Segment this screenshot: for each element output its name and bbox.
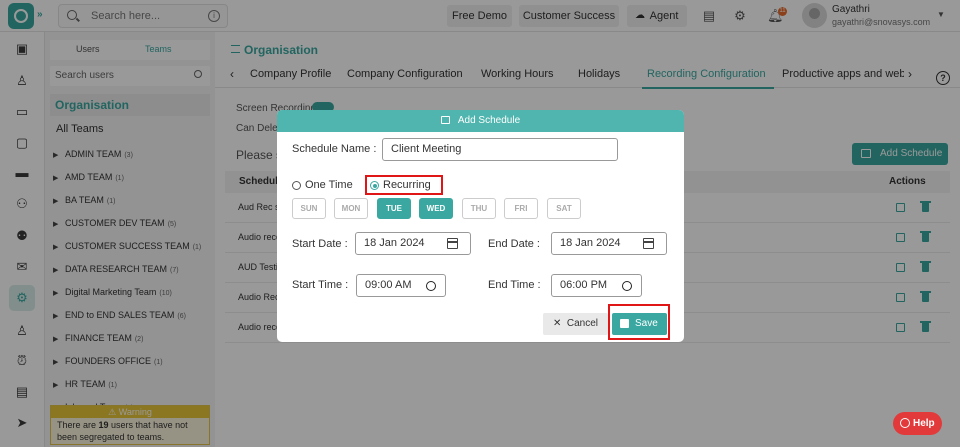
- day-toggle-sat[interactable]: SAT: [547, 198, 581, 219]
- save-highlight: [608, 304, 670, 340]
- end-date-input[interactable]: 18 Jan 2024: [551, 232, 667, 255]
- end-time-input[interactable]: 06:00 PM: [551, 274, 642, 297]
- one-time-label: One Time: [305, 179, 353, 191]
- start-date-input[interactable]: 18 Jan 2024: [355, 232, 471, 255]
- cancel-button[interactable]: ✕ Cancel: [543, 313, 608, 335]
- one-time-radio[interactable]: [292, 181, 301, 190]
- day-toggle-mon[interactable]: MON: [334, 198, 368, 219]
- calendar-icon: [643, 238, 654, 249]
- schedule-name-input[interactable]: Client Meeting: [382, 138, 618, 161]
- day-toggle-fri[interactable]: FRI: [504, 198, 538, 219]
- start-time-input[interactable]: 09:00 AM: [356, 274, 446, 297]
- end-date-label: End Date :: [488, 238, 540, 250]
- add-schedule-dialog: Add Schedule Schedule Name : Client Meet…: [277, 110, 684, 342]
- help-circle-icon: [900, 418, 910, 428]
- help-button[interactable]: Help: [893, 412, 942, 435]
- calendar-icon: [447, 238, 458, 249]
- dialog-title: Add Schedule: [277, 110, 684, 132]
- start-time-label: Start Time :: [292, 279, 349, 291]
- day-toggle-sun[interactable]: SUN: [292, 198, 326, 219]
- day-toggle-tue[interactable]: TUE: [377, 198, 411, 219]
- schedule-name-label: Schedule Name :: [292, 143, 377, 155]
- day-toggle-wed[interactable]: WED: [419, 198, 453, 219]
- end-time-label: End Time :: [488, 279, 541, 291]
- calendar-icon: [440, 116, 450, 124]
- start-date-label: Start Date :: [292, 238, 348, 250]
- clock-icon: [622, 281, 632, 291]
- recurring-highlight: [365, 175, 443, 195]
- day-toggle-thu[interactable]: THU: [462, 198, 496, 219]
- clock-icon: [426, 281, 436, 291]
